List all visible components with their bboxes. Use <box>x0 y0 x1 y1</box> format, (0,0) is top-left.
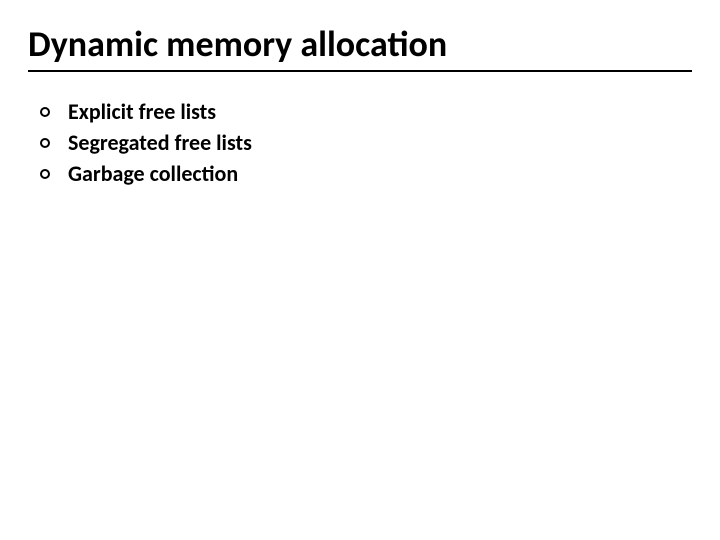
bullet-text: Garbage collection <box>68 160 238 187</box>
list-item: Explicit free lists <box>40 98 252 125</box>
slide-title: Dynamic memory allocation <box>28 22 692 72</box>
bullet-circle-icon <box>40 169 50 179</box>
bullet-circle-icon <box>40 107 50 117</box>
bullet-list: Explicit free lists Segregated free list… <box>40 98 252 191</box>
list-item: Garbage collection <box>40 160 252 187</box>
bullet-text: Segregated free lists <box>68 129 252 156</box>
bullet-text: Explicit free lists <box>68 98 216 125</box>
list-item: Segregated free lists <box>40 129 252 156</box>
bullet-circle-icon <box>40 138 50 148</box>
